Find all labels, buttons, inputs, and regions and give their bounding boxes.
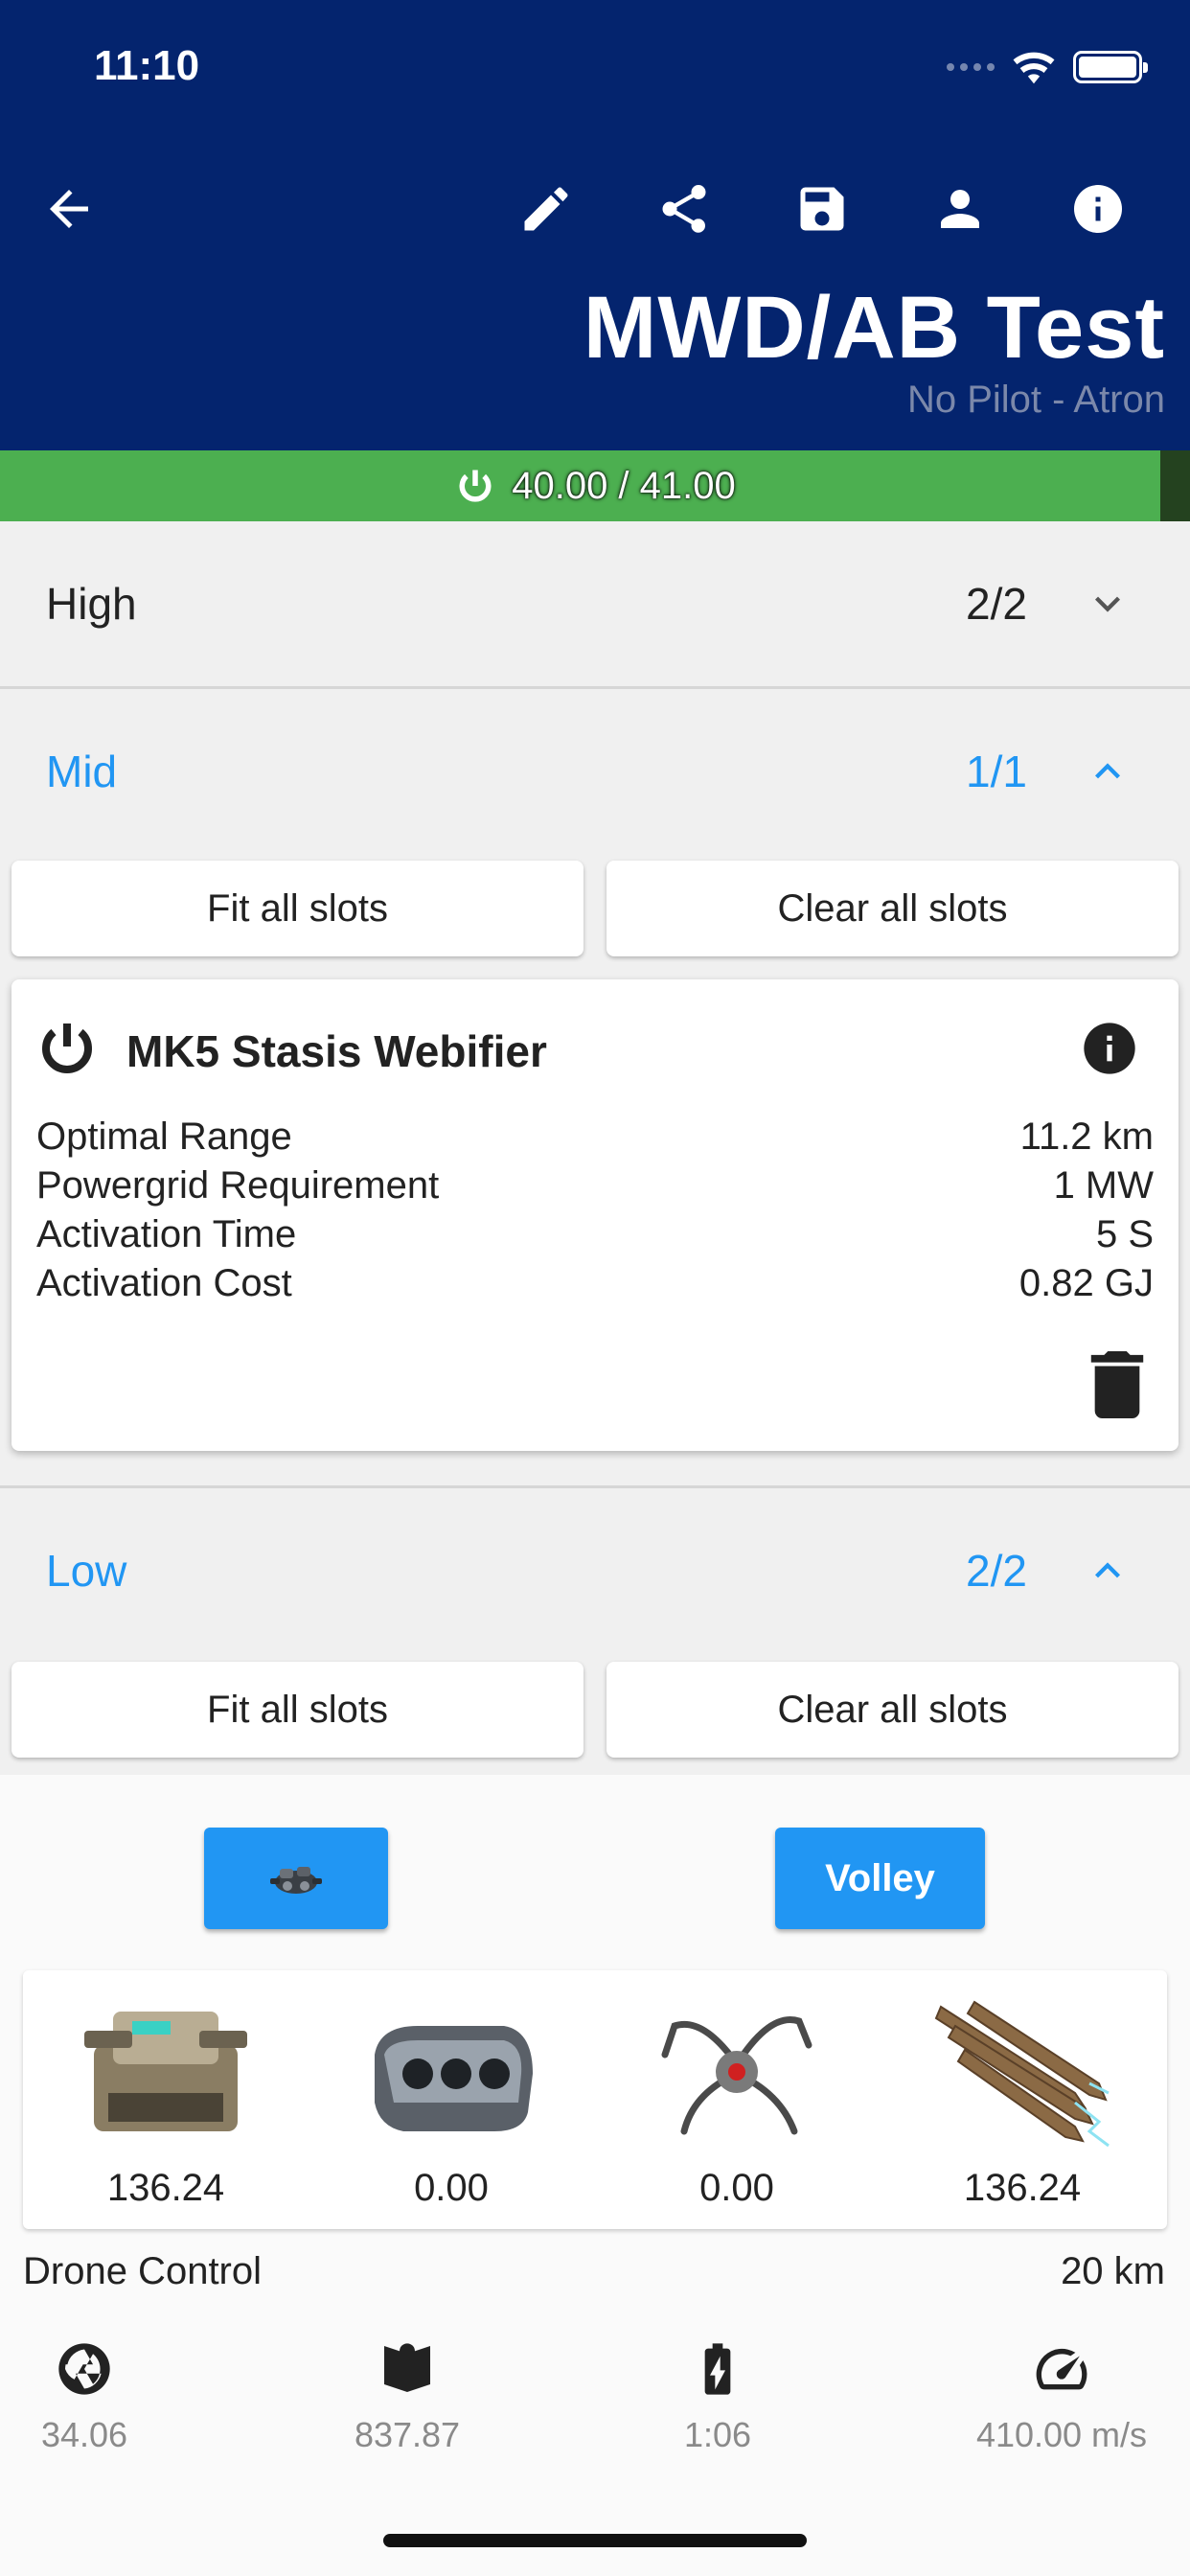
summary-value: 410.00 m/s — [975, 2415, 1148, 2454]
power-icon — [42, 1024, 92, 1073]
damage-column: 0.00 — [594, 1970, 880, 2229]
module-stat-row: Powergrid Requirement 1 MW — [36, 1164, 1154, 1212]
edit-icon — [524, 187, 568, 231]
module-info-button[interactable] — [1079, 1018, 1140, 1079]
summary-item: 34.06 — [0, 2338, 228, 2463]
module-card[interactable]: MK5 Stasis Webifier Optimal Range 11.2 k… — [11, 979, 1179, 1451]
mid-slot-actions: Fit all slots Clear all slots — [11, 861, 1179, 956]
volley-button[interactable]: Volley — [775, 1828, 985, 1929]
module-stat-row: Activation Cost 0.82 GJ — [36, 1262, 1154, 1310]
stat-value: 11.2 km — [1019, 1116, 1154, 1158]
high-slot-header[interactable]: High 2/2 — [0, 521, 1190, 686]
damage-column: 136.24 — [880, 1970, 1165, 2229]
low-clear-all-button[interactable]: Clear all slots — [606, 1662, 1179, 1758]
low-slot-header[interactable]: Low 2/2 — [0, 1488, 1190, 1653]
damage-type-button[interactable] — [204, 1828, 388, 1929]
summary-item: 410.00 m/s — [918, 2338, 1190, 2463]
pilot-button[interactable] — [926, 174, 995, 243]
info-button[interactable] — [1064, 174, 1133, 243]
chevron-up-icon — [1083, 1546, 1133, 1596]
summary-item: 1:06 — [574, 2338, 861, 2463]
trash-icon — [1090, 1351, 1144, 1418]
missiles-damage-value: 136.24 — [963, 2167, 1082, 2209]
summary-value: 1:06 — [683, 2415, 752, 2454]
powergrid-bar: 40.00 / 41.00 — [0, 450, 1190, 521]
stat-label: Powergrid Requirement — [36, 1164, 440, 1207]
damage-column: 0.00 — [309, 1970, 594, 2229]
drone-control-row: Drone Control 20 km — [23, 2250, 1165, 2298]
save-button[interactable] — [788, 174, 857, 243]
summary-value: 34.06 — [40, 2415, 128, 2454]
missiles-icon — [934, 2000, 1110, 2148]
mid-clear-all-button[interactable]: Clear all slots — [606, 861, 1179, 956]
info-icon — [1084, 1023, 1135, 1074]
stat-value: 1 MW — [1053, 1164, 1154, 1207]
low-slot-actions: Fit all slots Clear all slots — [11, 1662, 1179, 1758]
powergrid-label: 40.00 / 41.00 — [512, 464, 736, 507]
stat-label: Activation Time — [36, 1213, 297, 1255]
back-arrow-icon — [50, 190, 88, 228]
power-icon — [459, 470, 492, 502]
person-icon — [941, 190, 979, 228]
summary-value: 837.87 — [354, 2415, 461, 2454]
damage-column: 136.24 — [23, 1970, 309, 2229]
mid-slot-label: Mid — [46, 747, 118, 796]
status-time: 11:10 — [94, 42, 200, 89]
high-slot-count: 2/2 — [966, 579, 1027, 629]
drone-damage-value: 0.00 — [699, 2167, 774, 2209]
edit-button[interactable] — [512, 174, 581, 243]
drone-icon — [270, 1867, 322, 1894]
low-slot-count: 2/2 — [966, 1546, 1027, 1596]
module-name: MK5 Stasis Webifier — [126, 1026, 547, 1076]
speedometer-icon — [1031, 2338, 1092, 2400]
stat-value: 0.82 GJ — [1018, 1262, 1154, 1304]
mid-slot-count: 1/1 — [966, 747, 1027, 796]
fit-subtitle: No Pilot - Atron — [906, 379, 1165, 421]
missile-damage-value: 0.00 — [414, 2167, 489, 2209]
save-icon — [800, 187, 844, 231]
stat-value: 5 S — [1095, 1213, 1154, 1255]
summary-item: 837.87 — [263, 2338, 551, 2463]
high-slot-label: High — [46, 579, 137, 629]
mid-slot-header[interactable]: Mid 1/1 — [0, 689, 1190, 854]
module-stat-row: Activation Time 5 S — [36, 1213, 1154, 1261]
stat-label: Activation Cost — [36, 1262, 292, 1304]
stat-label: Optimal Range — [36, 1116, 292, 1158]
aperture-icon — [54, 2338, 115, 2400]
share-button[interactable] — [650, 174, 719, 243]
cellular-signal-icon — [947, 63, 995, 71]
back-button[interactable] — [34, 174, 103, 243]
mid-fit-all-button[interactable]: Fit all slots — [11, 861, 584, 956]
book-icon — [377, 2338, 438, 2400]
fit-title: MWD/AB Test — [583, 279, 1165, 377]
turret-icon — [84, 2012, 247, 2131]
damage-breakdown-card: 136.24 0.00 0.00 136.24 — [23, 1970, 1167, 2229]
powergrid-readout: 40.00 / 41.00 — [0, 450, 1190, 521]
module-stat-row: Optimal Range 11.2 km — [36, 1116, 1154, 1163]
status-indicators — [947, 50, 1148, 84]
turret-damage-value: 136.24 — [106, 2167, 225, 2209]
module-power-toggle[interactable] — [36, 1016, 98, 1077]
battery-icon — [1073, 51, 1148, 83]
drone-icon — [661, 2016, 812, 2135]
drone-control-label: Drone Control — [23, 2250, 263, 2292]
share-icon — [662, 185, 706, 233]
app-bar: 11:10 MWD/AB Test No Pilot - Atron — [0, 0, 1190, 450]
delete-module-button[interactable] — [1088, 1351, 1146, 1418]
low-fit-all-button[interactable]: Fit all slots — [11, 1662, 584, 1758]
low-slot-label: Low — [46, 1546, 127, 1596]
home-indicator[interactable] — [383, 2534, 807, 2547]
battery-charging-icon — [687, 2338, 748, 2400]
wifi-icon — [1013, 52, 1055, 84]
missile-launcher-icon — [375, 2026, 533, 2131]
info-icon — [1074, 185, 1122, 233]
chevron-up-icon — [1083, 747, 1133, 796]
drone-control-value: 20 km — [1061, 2250, 1165, 2292]
chevron-down-icon — [1083, 579, 1133, 629]
